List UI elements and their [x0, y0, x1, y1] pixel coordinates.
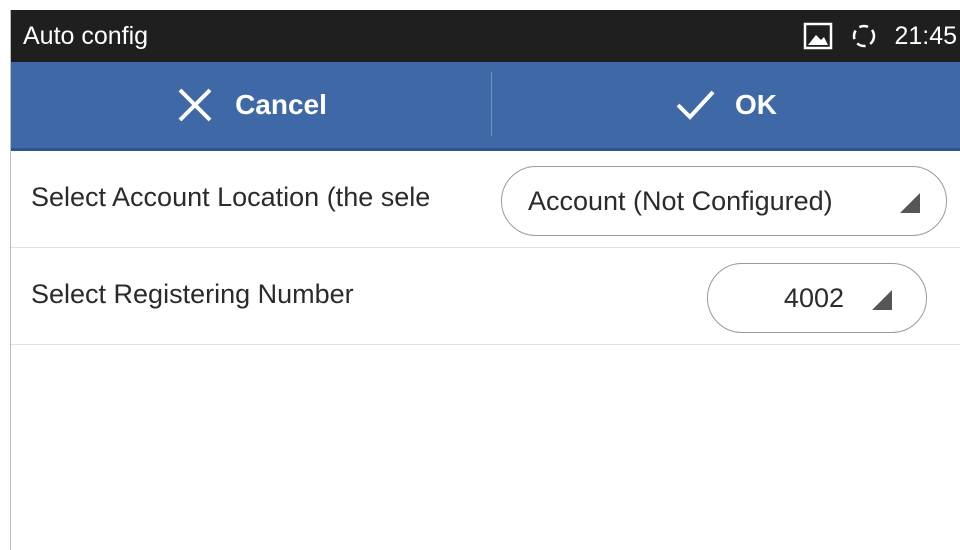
image-icon [804, 22, 833, 50]
ok-button-label: OK [735, 89, 777, 120]
dropdown-arrow-icon [872, 290, 892, 310]
registering-number-label: Select Registering Number [31, 279, 354, 309]
status-bar-indicators: 21:45 [802, 20, 957, 52]
cancel-button[interactable]: Cancel [11, 62, 491, 148]
close-icon [178, 88, 212, 122]
status-bar: Auto config 21:45 [11, 10, 960, 62]
registering-number-row[interactable]: Select Registering Number 4002 [11, 248, 960, 345]
ok-button[interactable]: OK [491, 62, 960, 148]
registering-number-dropdown[interactable]: 4002 [707, 263, 927, 333]
cancel-button-label: Cancel [235, 89, 327, 120]
status-bar-time: 21:45 [894, 22, 957, 50]
status-bar-title: Auto config [23, 22, 149, 50]
settings-list: Select Account Location (the sele Accoun… [11, 151, 960, 345]
sync-icon [853, 24, 876, 48]
registering-number-value: 4002 [783, 282, 844, 313]
account-location-label: Select Account Location (the sele [31, 182, 431, 212]
account-location-value: Account (Not Configured) [528, 185, 833, 216]
dropdown-arrow-icon [900, 193, 920, 213]
action-bar: Cancel OK [11, 62, 960, 151]
auto-config-screen: Auto config 21:45 Cancel OK Select Accou… [10, 10, 960, 550]
account-location-dropdown[interactable]: Account (Not Configured) [501, 166, 947, 236]
check-icon [676, 90, 715, 120]
account-location-row[interactable]: Select Account Location (the sele Accoun… [11, 151, 960, 248]
